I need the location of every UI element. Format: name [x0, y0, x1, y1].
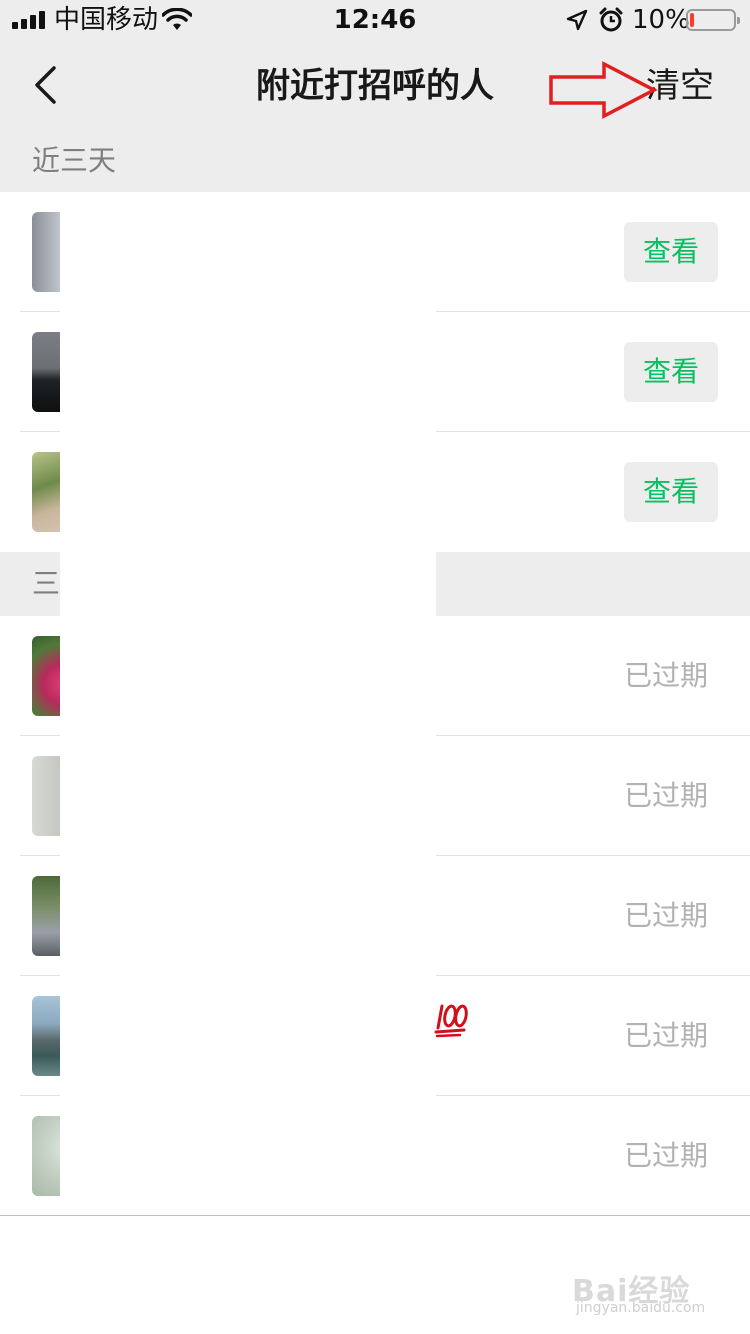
view-button[interactable]: 查看 [624, 222, 718, 282]
annotation-arrow-icon [549, 61, 658, 119]
battery-level [690, 13, 694, 27]
list-bottom-divider [0, 1215, 750, 1216]
baidu-jingyan-watermark: Bai经验 jingyan.baidu.com [572, 1266, 722, 1322]
location-arrow-icon [566, 9, 588, 31]
battery-percent: 10% [632, 5, 690, 35]
status-bar: 中国移动 12:46 10% [0, 0, 750, 40]
view-button[interactable]: 查看 [624, 462, 718, 522]
expired-label: 已过期 [624, 779, 709, 812]
redaction-overlay [60, 192, 436, 1215]
hundred-points-emoji-icon [434, 1004, 468, 1038]
view-button[interactable]: 查看 [624, 342, 718, 402]
expired-label: 已过期 [624, 899, 709, 932]
section-header-recent: 近三天 [0, 132, 750, 192]
battery-icon [686, 9, 740, 31]
expired-label: 已过期 [624, 1019, 709, 1052]
watermark-url: jingyan.baidu.com [576, 1300, 706, 1316]
alarm-icon [599, 7, 623, 32]
expired-label: 已过期 [624, 659, 709, 692]
expired-label: 已过期 [624, 1139, 709, 1172]
